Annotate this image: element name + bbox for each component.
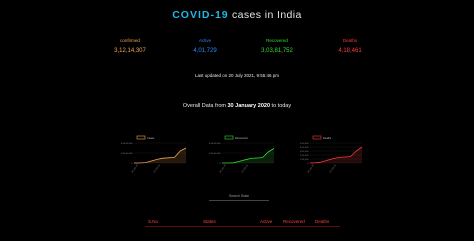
stat-value: 4,18,461 (338, 48, 362, 54)
overall-prefix: Overall Data from (182, 103, 226, 109)
table-header: S.No States Active Recovered Deaths (145, 217, 340, 227)
overall-date: 30 January 2020 (227, 103, 271, 109)
x-tick-label: 30 Jan 20 (220, 164, 228, 174)
cases-chart: Cases 4,00,00,000 2,00,00,000 0 30 Jan 20 14 … (106, 131, 188, 181)
header-sno[interactable]: S.No (148, 219, 158, 224)
header-deaths[interactable]: Deaths (315, 219, 329, 224)
search-state-input[interactable]: Search State (209, 191, 269, 201)
title-rest: cases in India (231, 9, 302, 21)
x-tick-label: 14 Jan 21 (242, 164, 250, 174)
series-area (222, 148, 274, 163)
y-tick-label: 2,00,000 (300, 155, 309, 157)
overall-suffix: to today (271, 103, 292, 109)
recovered-chart: Recovered 4,00,00,000 2,00,00,000 0 30 Jan 2… (194, 131, 276, 181)
legend-swatch (136, 135, 146, 140)
y-tick-label: 0 (307, 163, 309, 165)
deaths-chart: Deaths 5,00,000 4,00,000 3,00,000 2,00,000 1,… (282, 131, 364, 181)
y-tick-label: 4,00,00,000 (209, 143, 221, 145)
y-tick-label: 1,00,000 (300, 159, 309, 161)
legend-swatch (224, 135, 234, 140)
x-tick-label: 14 Jan 21 (154, 164, 162, 174)
y-tick-label: 0 (219, 163, 221, 165)
title-accent: COVID-19 (172, 9, 229, 21)
header-states[interactable]: States (203, 219, 216, 224)
header-active[interactable]: Active (260, 219, 272, 224)
stat-deaths: Deaths 4,18,461 (305, 38, 395, 54)
page: COVID-19 cases in India confirmed 3,12,1… (0, 0, 474, 241)
y-tick-label: 5,00,000 (300, 143, 309, 145)
legend-swatch (312, 135, 322, 140)
series-area (134, 148, 186, 163)
chart-svg: Cases 4,00,00,000 2,00,00,000 030 Jan 20 14 … (121, 135, 187, 174)
x-tick-label: 30 Jan 20 (308, 164, 316, 174)
header-recovered[interactable]: Recovered (283, 219, 305, 224)
y-tick-label: 4,00,00,000 (121, 143, 133, 145)
y-tick-label: 3,00,000 (300, 151, 309, 153)
chart-svg: Deaths 5,00,000 4,00,000 3,00,000 2,00,000 1,… (300, 135, 363, 174)
legend-label: Cases (147, 136, 155, 140)
stat-label: Deaths (342, 38, 358, 43)
legend-label: Deaths (323, 136, 332, 140)
y-tick-label: 0 (131, 163, 133, 165)
overall-heading: Overall Data from 30 January 2020 to tod… (0, 103, 474, 109)
legend-label: Recovered (235, 136, 248, 140)
page-title: COVID-19 cases in India (0, 9, 474, 21)
y-tick-label: 4,00,000 (300, 147, 309, 149)
y-tick-label: 2,00,00,000 (209, 153, 221, 155)
y-tick-label: 2,00,00,000 (121, 153, 133, 155)
x-tick-label: 14 Jan 21 (330, 164, 338, 174)
chart-svg: Recovered 4,00,00,000 2,00,00,000 030 Jan 2… (209, 135, 275, 174)
x-tick-label: 30 Jan 20 (132, 164, 140, 174)
last-updated: Last updated on 20 July 2021, 9:55:46 pm (194, 73, 280, 78)
